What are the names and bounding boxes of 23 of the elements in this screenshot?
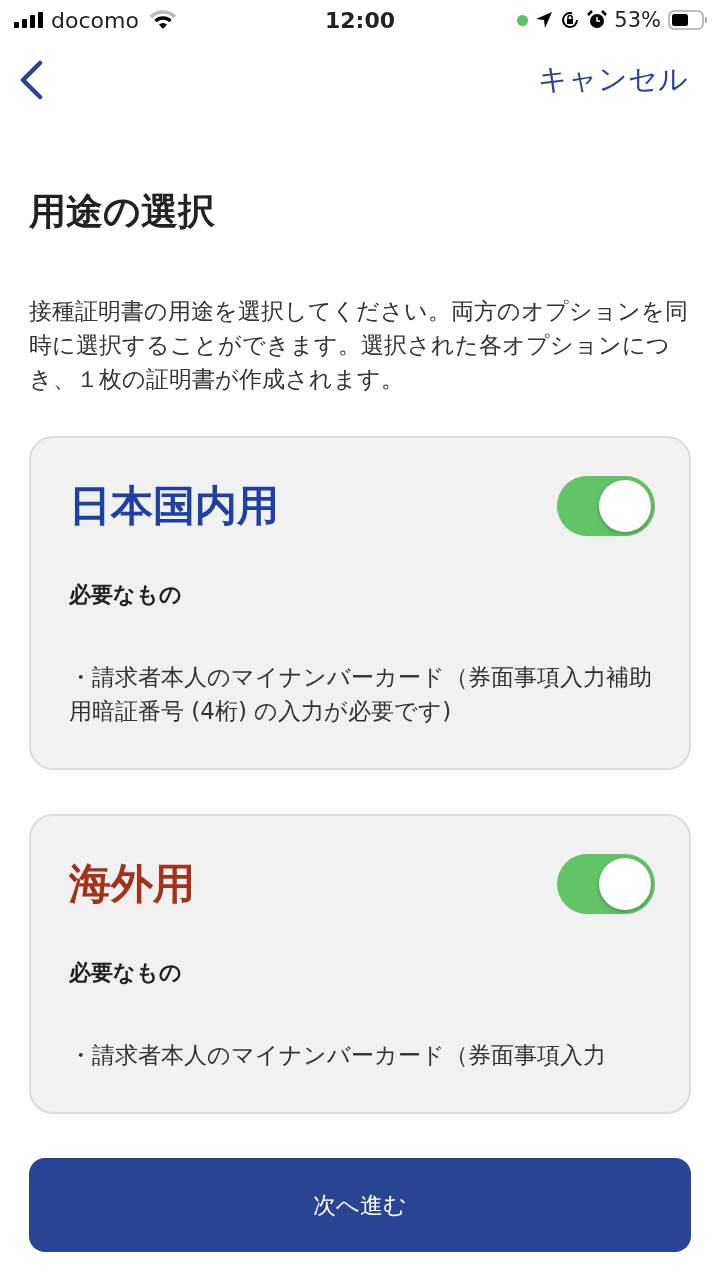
requirements-label: 必要なもの bbox=[69, 959, 183, 987]
next-button[interactable]: 次へ進む bbox=[29, 1158, 691, 1252]
option-title: 海外用 bbox=[69, 858, 195, 910]
toggle-switch[interactable] bbox=[557, 476, 655, 536]
toggle-switch[interactable] bbox=[557, 854, 655, 914]
description-text: 接種証明書の用途を選択してください。両方のオプションを同時に選択することができます。選択された各オプションにつき、１枚の証明書が作成されます。 bbox=[29, 297, 689, 394]
option-title: 日本国内用 bbox=[69, 480, 279, 532]
alarm-clock-icon bbox=[587, 10, 608, 30]
page-title: 用途の選択 bbox=[29, 189, 216, 235]
privacy-dot-icon bbox=[517, 14, 529, 26]
back-icon[interactable] bbox=[18, 60, 44, 100]
location-arrow-icon bbox=[535, 11, 554, 29]
cancel-button[interactable]: キャンセル bbox=[538, 60, 688, 100]
requirements-text: ・請求者本人のマイナンバーカード（券面事項入力補助用暗証番号 (4桁) の入力が必要です) bbox=[69, 663, 653, 726]
clock-time: 12:00 bbox=[325, 7, 395, 33]
rotation-lock-icon bbox=[560, 10, 581, 30]
signal-icon bbox=[14, 12, 44, 28]
battery-icon bbox=[668, 10, 708, 30]
battery-percentage: 53% bbox=[614, 8, 661, 32]
carrier-name: docomo bbox=[51, 7, 139, 33]
wifi-icon bbox=[149, 10, 176, 30]
requirements-text: ・請求者本人のマイナンバーカード（券面事項入力 bbox=[69, 1041, 607, 1070]
requirements-label: 必要なもの bbox=[69, 581, 183, 609]
